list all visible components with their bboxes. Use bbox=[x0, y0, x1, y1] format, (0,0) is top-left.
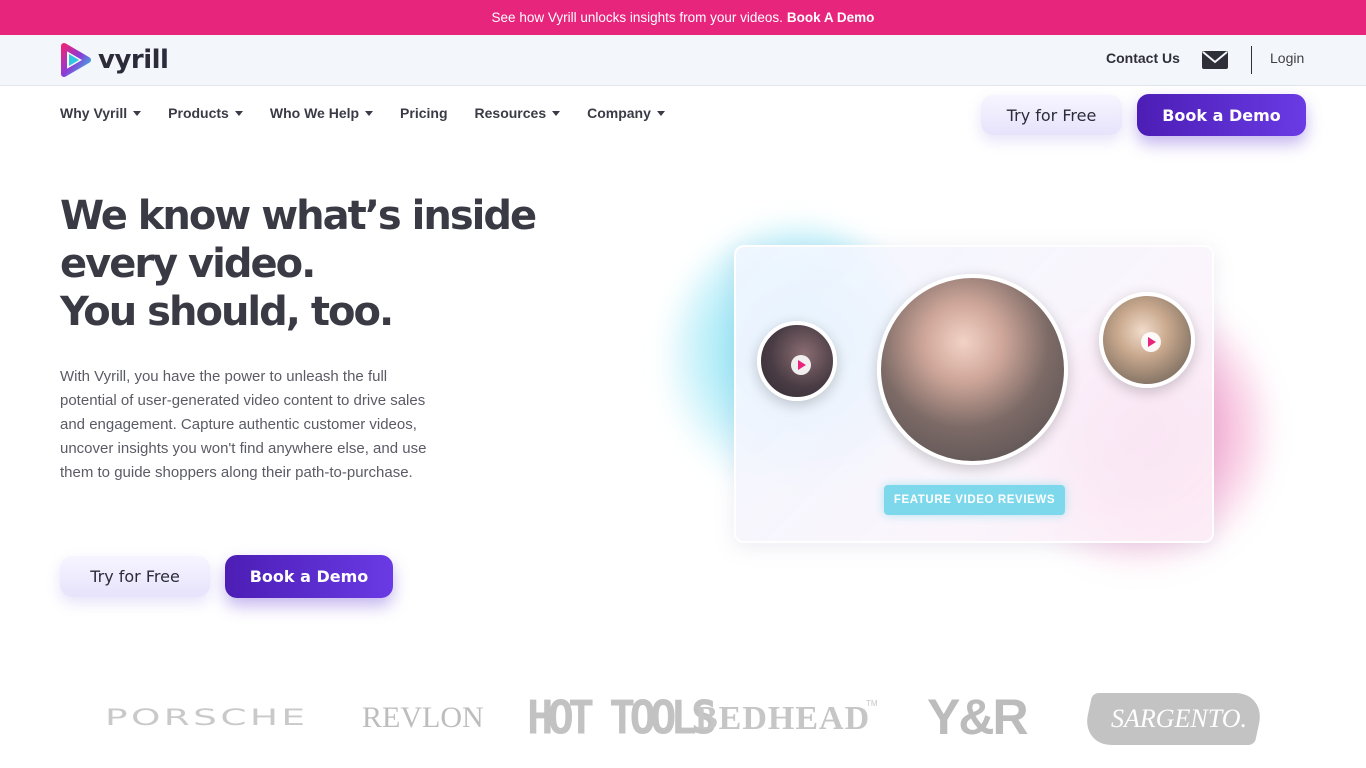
divider bbox=[1251, 46, 1252, 74]
caret-down-icon bbox=[234, 110, 243, 116]
announcement-text: See how Vyrill unlocks insights from you… bbox=[491, 10, 783, 25]
nav-item-company[interactable]: Company bbox=[587, 105, 665, 121]
nav-item-label: Why Vyrill bbox=[60, 105, 128, 121]
nav-item-products[interactable]: Products bbox=[168, 105, 243, 121]
revlon-logo: REVLON bbox=[362, 701, 484, 734]
hero-book-demo-button[interactable]: Book a Demo bbox=[225, 555, 393, 598]
nav-item-label: Products bbox=[168, 105, 229, 121]
vyrill-logo[interactable]: vyrill bbox=[60, 43, 169, 77]
bedhead-logo: BEDHEAD bbox=[695, 700, 871, 737]
nav-item-who-we-help[interactable]: Who We Help bbox=[269, 105, 374, 121]
main-nav: Why Vyrill Products Who We Help Pricing … bbox=[60, 105, 692, 121]
hero-title: We know what’s inside every video. You s… bbox=[60, 192, 580, 336]
announcement-book-demo-link[interactable]: Book A Demo bbox=[787, 10, 875, 25]
nav-item-resources[interactable]: Resources bbox=[475, 105, 561, 121]
caret-down-icon bbox=[133, 110, 142, 116]
nav-item-pricing[interactable]: Pricing bbox=[400, 105, 447, 121]
vyrill-logo-icon bbox=[61, 43, 91, 77]
video-thumbnail-featured[interactable] bbox=[877, 274, 1068, 465]
caret-down-icon bbox=[552, 110, 561, 116]
login-link[interactable]: Login bbox=[1270, 50, 1304, 66]
sargento-logo: SARGENTO. bbox=[1081, 693, 1266, 745]
hero-title-line-3: You should, too. bbox=[60, 289, 394, 335]
porsche-logo: PORSCHE bbox=[105, 706, 309, 731]
nav-book-demo-button[interactable]: Book a Demo bbox=[1137, 94, 1306, 136]
play-icon[interactable] bbox=[1141, 332, 1161, 352]
nav-try-free-button[interactable]: Try for Free bbox=[981, 95, 1122, 135]
hero-description: With Vyrill, you have the power to unlea… bbox=[60, 368, 427, 481]
bedhead-trademark: TM bbox=[866, 699, 878, 708]
nav-item-label: Who We Help bbox=[269, 105, 360, 121]
caret-down-icon bbox=[365, 110, 374, 116]
brand-name: vyrill bbox=[98, 45, 169, 75]
nav-item-why-vyrill[interactable]: Why Vyrill bbox=[60, 105, 142, 121]
nav-item-label: Resources bbox=[474, 105, 547, 121]
caret-down-icon bbox=[656, 110, 665, 116]
hero-title-line-2: every video. bbox=[60, 241, 316, 287]
envelope-icon[interactable] bbox=[1202, 51, 1228, 69]
hot-tools-logo: HOT TOOLS bbox=[527, 691, 717, 746]
y-and-r-logo: Y&R bbox=[927, 689, 1029, 745]
feature-video-reviews-badge: FEATURE VIDEO REVIEWS bbox=[884, 485, 1065, 515]
contact-us-link[interactable]: Contact Us bbox=[1106, 50, 1180, 66]
video-thumbnail-right[interactable] bbox=[1099, 292, 1195, 388]
announcement-bar: See how Vyrill unlocks insights from you… bbox=[0, 0, 1366, 35]
video-thumbnail-left[interactable] bbox=[757, 321, 837, 401]
sargento-logo-text: SARGENTO. bbox=[1111, 704, 1248, 733]
hero-try-free-button[interactable]: Try for Free bbox=[60, 556, 210, 597]
nav-item-label: Company bbox=[587, 105, 651, 121]
hero-title-line-1: We know what’s inside bbox=[60, 193, 537, 239]
nav-item-label: Pricing bbox=[400, 105, 448, 121]
utility-bar: vyrill Contact Us Login bbox=[0, 35, 1366, 86]
play-icon[interactable] bbox=[791, 355, 811, 375]
